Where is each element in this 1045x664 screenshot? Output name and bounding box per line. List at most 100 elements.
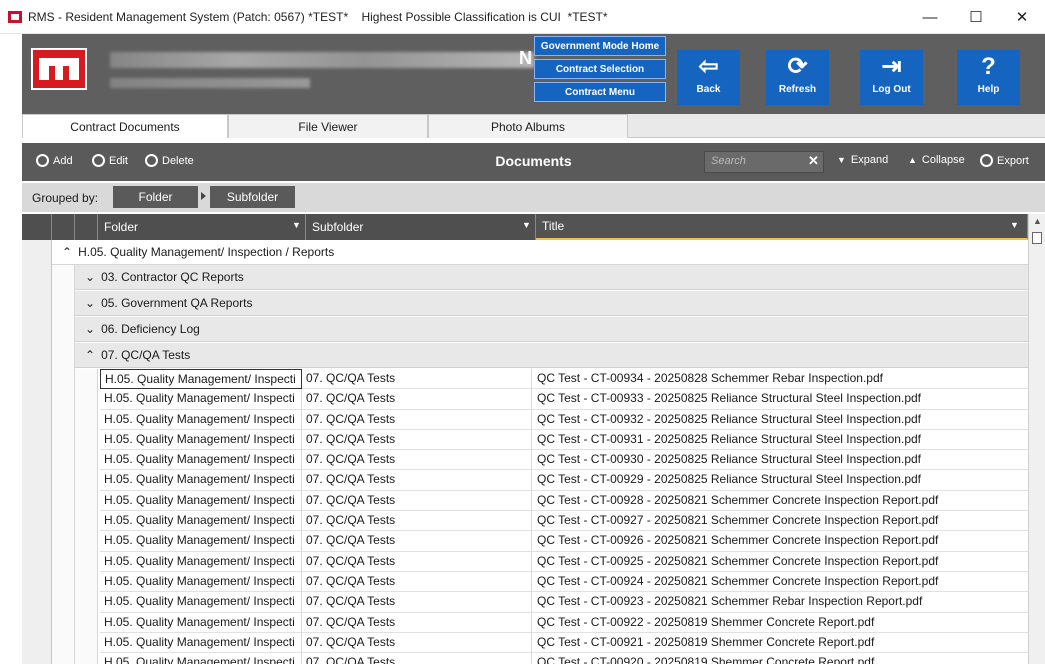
government-mode-home-link[interactable]: Government Mode Home (534, 36, 666, 56)
maximize-button[interactable]: ☐ (953, 0, 999, 34)
folder-cell: H.05. Quality Management/ Inspecti (100, 389, 302, 410)
window-title: RMS - Resident Management System (Patch:… (28, 9, 608, 24)
refresh-button[interactable]: ⟳ Refresh (766, 50, 829, 105)
log-out-icon: ⇥ (881, 53, 902, 80)
folder-cell: H.05. Quality Management/ Inspecti (100, 450, 302, 471)
delete-button[interactable]: Delete (145, 154, 194, 167)
add-button[interactable]: Add (36, 154, 73, 167)
subgroup-row[interactable]: ⌄ 03. Contractor QC Reports (75, 265, 1028, 290)
table-row[interactable]: H.05. Quality Management/ Inspecti 07. QC… (100, 490, 1028, 512)
add-label: Add (53, 154, 73, 167)
title-cell: QC Test - CT-00925 - 20250821 Schemmer C… (537, 553, 939, 568)
app-logo-icon (8, 10, 22, 23)
group-chip-folder[interactable]: Folder (113, 186, 198, 208)
subgroup-row-label: 03. Contractor QC Reports (101, 270, 244, 284)
group-chip-subfolder[interactable]: Subfolder (210, 186, 295, 208)
subfolder-cell: 07. QC/QA Tests (302, 653, 532, 664)
folder-cell: H.05. Quality Management/ Inspecti (100, 429, 302, 450)
table-row[interactable]: H.05. Quality Management/ Inspecti 07. QC… (100, 551, 1028, 572)
search-input[interactable]: Search (704, 151, 824, 173)
table-row[interactable]: H.05. Quality Management/ Inspecti 07. QC… (100, 571, 1028, 593)
column-header-title[interactable]: Title (536, 214, 1028, 240)
tab-file-viewer[interactable]: File Viewer (228, 114, 428, 138)
folder-cell: H.05. Quality Management/ Inspecti (100, 511, 302, 532)
title-cell: QC Test - CT-00926 - 20250821 Schemmer C… (537, 533, 939, 548)
title-cell: QC Test - CT-00924 - 20250821 Schemmer C… (537, 573, 939, 588)
export-button[interactable]: Export (980, 154, 1029, 167)
table-row[interactable]: H.05. Quality Management/ Inspecti 07. QC… (100, 369, 1028, 390)
minimize-button[interactable]: — (907, 0, 953, 34)
subgroup-row[interactable]: ⌄ 06. Deficiency Log (75, 317, 1028, 342)
table-row[interactable]: H.05. Quality Management/ Inspecti 07. QC… (100, 592, 1028, 613)
log-out-button[interactable]: ⇥ Log Out (860, 50, 923, 105)
column-header-folder[interactable]: Folder (98, 214, 306, 240)
group-arrow-icon (201, 192, 206, 200)
title-cell: QC Test - CT-00927 - 20250821 Schemmer C… (537, 513, 939, 528)
folder-cell: H.05. Quality Management/ Inspecti (100, 551, 302, 572)
row-selector-strip (22, 240, 52, 664)
table-row[interactable]: H.05. Quality Management/ Inspecti 07. QC… (100, 470, 1028, 491)
tab-photo-albums[interactable]: Photo Albums (428, 114, 628, 138)
document-tabs: Contract Documents File Viewer Photo Alb… (22, 114, 1045, 138)
scrollbar-thumb[interactable] (1032, 232, 1042, 244)
column-header-subfolder[interactable]: Subfolder (306, 214, 536, 240)
title-cell: QC Test - CT-00932 - 20250825 Reliance S… (537, 411, 921, 426)
export-icon (980, 154, 993, 167)
documents-toolbar: Add Edit Delete Documents Search ✕ ▼ Exp… (22, 143, 1045, 181)
table-row[interactable]: H.05. Quality Management/ Inspecti 07. QC… (100, 429, 1028, 451)
documents-grid: Folder ▼ Subfolder ▼ Title ▼ ⌃ H.05. Qua… (22, 214, 1045, 664)
title-cell: QC Test - CT-00922 - 20250819 Shemmer Co… (537, 614, 875, 629)
subfolder-cell: 07. QC/QA Tests (302, 551, 532, 572)
title-filter-icon[interactable]: ▼ (1010, 220, 1019, 230)
table-row[interactable]: H.05. Quality Management/ Inspecti 07. QC… (100, 409, 1028, 430)
usace-castle-logo (31, 48, 87, 90)
table-row[interactable]: H.05. Quality Management/ Inspecti 07. QC… (100, 511, 1028, 532)
expand-button[interactable]: ▼ Expand (837, 154, 888, 166)
subfolder-cell: 07. QC/QA Tests (302, 612, 532, 633)
log-out-label: Log Out (872, 84, 911, 95)
table-row[interactable]: H.05. Quality Management/ Inspecti 07. QC… (100, 632, 1028, 654)
subfolder-cell: 07. QC/QA Tests (302, 531, 532, 552)
table-row[interactable]: H.05. Quality Management/ Inspecti 07. QC… (100, 450, 1028, 471)
contract-menu-link[interactable]: Contract Menu (534, 82, 666, 102)
refresh-icon: ⟳ (787, 53, 808, 80)
help-button[interactable]: ? Help (957, 50, 1020, 105)
castle-icon (39, 58, 79, 80)
collapse-chevron-icon: ⌃ (62, 245, 73, 259)
subfolder-cell: 07. QC/QA Tests (302, 470, 532, 491)
subgroup-row[interactable]: ⌄ 05. Government QA Reports (75, 291, 1028, 316)
table-row[interactable]: H.05. Quality Management/ Inspecti 07. QC… (100, 612, 1028, 633)
redacted-contract-name (110, 52, 534, 68)
redacted-contract-subtitle (110, 78, 310, 88)
folder-cell: H.05. Quality Management/ Inspecti (100, 490, 302, 511)
collapse-label: Collapse (921, 154, 965, 166)
clear-search-icon[interactable]: ✕ (808, 153, 819, 169)
close-window-button[interactable]: ✕ (999, 0, 1045, 34)
folder-filter-icon[interactable]: ▼ (292, 220, 301, 230)
table-row[interactable]: H.05. Quality Management/ Inspecti 07. QC… (100, 653, 1028, 664)
title-cell: QC Test - CT-00934 - 20250828 Schemmer R… (537, 371, 883, 385)
tab-contract-documents[interactable]: Contract Documents (22, 114, 228, 138)
subfolder-filter-icon[interactable]: ▼ (522, 220, 531, 230)
contract-selection-link[interactable]: Contract Selection (534, 59, 666, 79)
table-row[interactable]: H.05. Quality Management/ Inspecti 07. QC… (100, 389, 1028, 410)
subgroup-row[interactable]: ⌃ 07. QC/QA Tests (75, 343, 1028, 368)
subfolder-cell: 07. QC/QA Tests (302, 632, 532, 653)
back-arrow-icon: ⇦ (698, 53, 719, 80)
edit-button[interactable]: Edit (92, 154, 128, 167)
table-row[interactable]: H.05. Quality Management/ Inspecti 07. QC… (100, 531, 1028, 552)
collapse-button[interactable]: ▲ Collapse (908, 154, 965, 166)
folder-cell: H.05. Quality Management/ Inspecti (100, 632, 302, 653)
subfolder-cell: 07. QC/QA Tests (302, 369, 532, 389)
scroll-up-icon[interactable]: ▲ (1033, 216, 1042, 226)
subgroup-row-label: 06. Deficiency Log (101, 322, 200, 336)
folder-cell: H.05. Quality Management/ Inspecti (100, 571, 302, 592)
add-icon (36, 154, 49, 167)
group-row-folder[interactable]: ⌃ H.05. Quality Management/ Inspection /… (52, 240, 1028, 265)
collapse-caret-icon: ▲ (908, 155, 917, 165)
vertical-scrollbar[interactable]: ▲ (1028, 214, 1045, 664)
back-button[interactable]: ⇦ Back (677, 50, 740, 105)
app-header: N Government Mode Home Contract Selectio… (22, 34, 1045, 114)
help-label: Help (977, 84, 1000, 95)
title-cell: QC Test - CT-00923 - 20250821 Schemmer R… (537, 594, 923, 609)
